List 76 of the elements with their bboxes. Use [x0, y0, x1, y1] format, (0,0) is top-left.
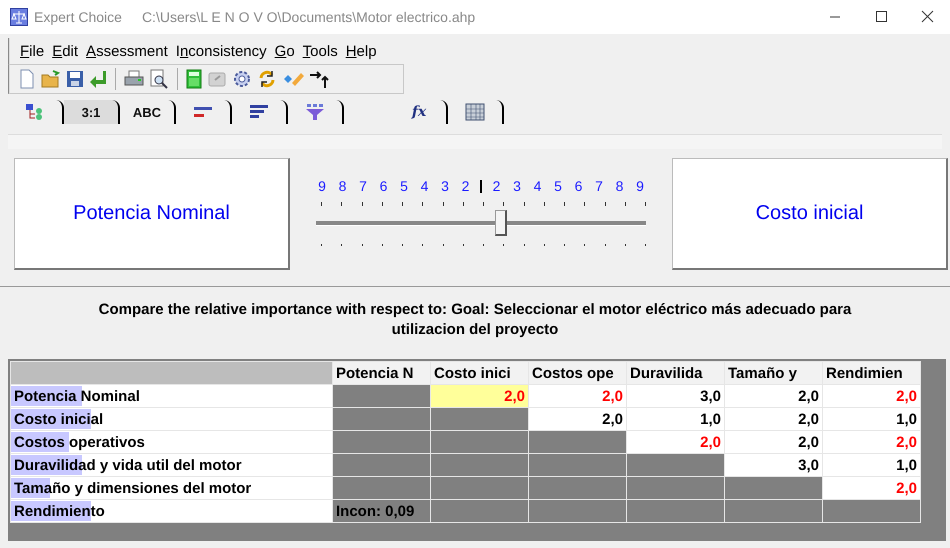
scale-label: 3 — [512, 178, 522, 194]
table-cell[interactable]: 2,0 — [822, 430, 920, 454]
print-icon[interactable] — [124, 70, 144, 88]
bars-icon — [249, 104, 269, 120]
left-criterion-card: Potencia Nominal — [14, 158, 290, 270]
table-cell[interactable]: 1,0 — [822, 454, 920, 476]
table-cell[interactable]: 1,0 — [626, 408, 724, 430]
row-label[interactable]: Costos operativos — [10, 430, 332, 454]
table-cell[interactable]: 2,0 — [724, 430, 822, 454]
row-label[interactable]: Costo inicial — [10, 408, 332, 430]
scale-label: 7 — [594, 178, 604, 194]
menu-item[interactable]: Tools — [298, 42, 342, 60]
scale-label: 5 — [399, 178, 409, 194]
enter-arrow-icon[interactable] — [89, 69, 107, 89]
menu-item[interactable]: Assessment — [82, 42, 172, 60]
row-label[interactable]: Potencia Nominal — [10, 384, 332, 408]
scale-label: 4 — [420, 178, 430, 194]
menu-item[interactable]: Go — [270, 42, 299, 60]
inconsistency-cell: Incon: 0,09 — [332, 500, 430, 522]
bars-icon — [193, 105, 213, 119]
table-cell[interactable]: 3,0 — [626, 384, 724, 408]
arrows-icon[interactable] — [309, 69, 331, 89]
grid-icon — [465, 103, 485, 121]
tab[interactable]: 3:1 — [64, 100, 120, 124]
scale-label: 4 — [532, 178, 542, 194]
file-path: C:\Users\L E N O V O\Documents\Motor electrico.ahp — [142, 9, 476, 25]
table-cell[interactable]: 2,0 — [724, 408, 822, 430]
column-header: Duravilida — [626, 362, 724, 384]
row-label[interactable]: Duravilidad y vida util del motor — [10, 454, 332, 476]
column-header: Costos ope — [528, 362, 626, 384]
menu-item[interactable]: Inconsistency — [172, 42, 271, 60]
new-file-icon[interactable] — [18, 69, 36, 89]
scale-label: 7 — [358, 178, 368, 194]
table-cell[interactable]: 2,0 — [822, 476, 920, 500]
save-icon[interactable] — [66, 70, 84, 88]
funnel-icon — [305, 103, 325, 121]
app-title: Expert Choice — [34, 9, 122, 25]
column-header: Tamaño y — [724, 362, 822, 384]
scale-label: 2 — [492, 178, 502, 194]
column-header: Costo inici — [430, 362, 528, 384]
scale-label: 9 — [635, 178, 645, 194]
row-label[interactable]: Rendimiento — [10, 500, 332, 522]
app-logo-icon — [10, 8, 28, 26]
scale-label: 8 — [614, 178, 624, 194]
slider-thumb[interactable] — [494, 210, 507, 236]
scale-label: 6 — [378, 178, 388, 194]
right-criterion-card: Costo inicial — [672, 158, 948, 270]
scale-label: 8 — [338, 178, 348, 194]
scale-label: 5 — [553, 178, 563, 194]
table-cell[interactable]: 2,0 — [626, 430, 724, 454]
menu-item[interactable]: Help — [342, 42, 381, 60]
scale-label: 3 — [440, 178, 450, 194]
center-mark — [480, 180, 482, 192]
table-cell[interactable]: 2,0 — [430, 384, 528, 408]
table-cell[interactable]: 2,0 — [528, 408, 626, 430]
column-header: Potencia N — [332, 362, 430, 384]
table-cell[interactable]: 2,0 — [724, 384, 822, 408]
print-preview-icon[interactable] — [149, 69, 169, 89]
scale-label: 2 — [460, 178, 470, 194]
column-header: Rendimien — [822, 362, 920, 384]
table-cell[interactable]: 2,0 — [822, 384, 920, 408]
scale-label: 6 — [574, 178, 584, 194]
refresh-icon[interactable] — [257, 69, 277, 89]
menu-item[interactable]: Edit — [48, 42, 82, 60]
gear-icon[interactable] — [232, 69, 252, 89]
slider-track[interactable] — [316, 210, 646, 236]
scale-label: 9 — [317, 178, 327, 194]
table-cell[interactable]: 1,0 — [822, 408, 920, 430]
hierarchy-icon — [25, 103, 45, 121]
comparison-prompt: Compare the relative importance with respect to: Goal: Seleccionar el motor eléctrico más adecuado para utilizacion del proyecto — [98, 300, 852, 340]
table-cell[interactable]: 2,0 — [528, 384, 626, 408]
open-folder-icon[interactable] — [41, 69, 61, 89]
row-label[interactable]: Tamaño y dimensiones del motor — [10, 476, 332, 500]
table-cell[interactable]: 3,0 — [724, 454, 822, 476]
calculator-icon[interactable] — [186, 69, 202, 89]
menu-item[interactable]: File — [16, 42, 48, 60]
